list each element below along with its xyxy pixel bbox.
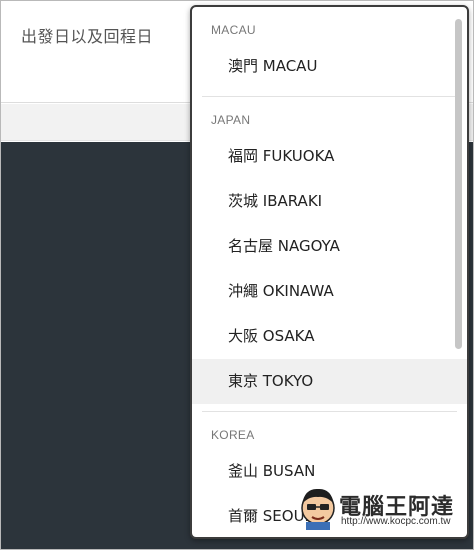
dropdown-option[interactable]: 福岡 FUKUOKA [192, 134, 467, 179]
dropdown-scrollbar[interactable] [455, 19, 462, 349]
dropdown-option[interactable]: 大阪 OSAKA [192, 314, 467, 359]
dropdown-option[interactable]: 沖繩 OKINAWA [192, 269, 467, 314]
dropdown-option[interactable]: 東京 TOKYO [192, 359, 467, 404]
date-label: 出發日以及回程日 [21, 27, 154, 46]
option-group-label: JAPAN [211, 113, 251, 127]
option-group-label: KOREA [211, 428, 255, 442]
dropdown-option[interactable]: 名古屋 NAGOYA [192, 224, 467, 269]
dropdown-list: MACAU 澳門 MACAU JAPAN 福岡 FUKUOKA 茨城 IBARAKI 名古… [192, 7, 467, 537]
dropdown-option[interactable]: 澳門 MACAU [192, 44, 467, 89]
watermark-logo: 電腦王阿達 http://www.kocpc.com.tw [297, 484, 453, 532]
dropdown-option[interactable]: 茨城 IBARAKI [192, 179, 467, 224]
app-frame: 出發日以及回程日 MACAU 澳門 MACAU JAPAN 福岡 FUKUOKA 茨城 … [0, 0, 474, 550]
watermark-url: http://www.kocpc.com.tw [341, 516, 451, 527]
option-group-label: MACAU [211, 23, 256, 37]
destination-dropdown[interactable]: MACAU 澳門 MACAU JAPAN 福岡 FUKUOKA 茨城 IBARAKI 名古… [190, 5, 469, 539]
mascot-icon [301, 488, 335, 530]
